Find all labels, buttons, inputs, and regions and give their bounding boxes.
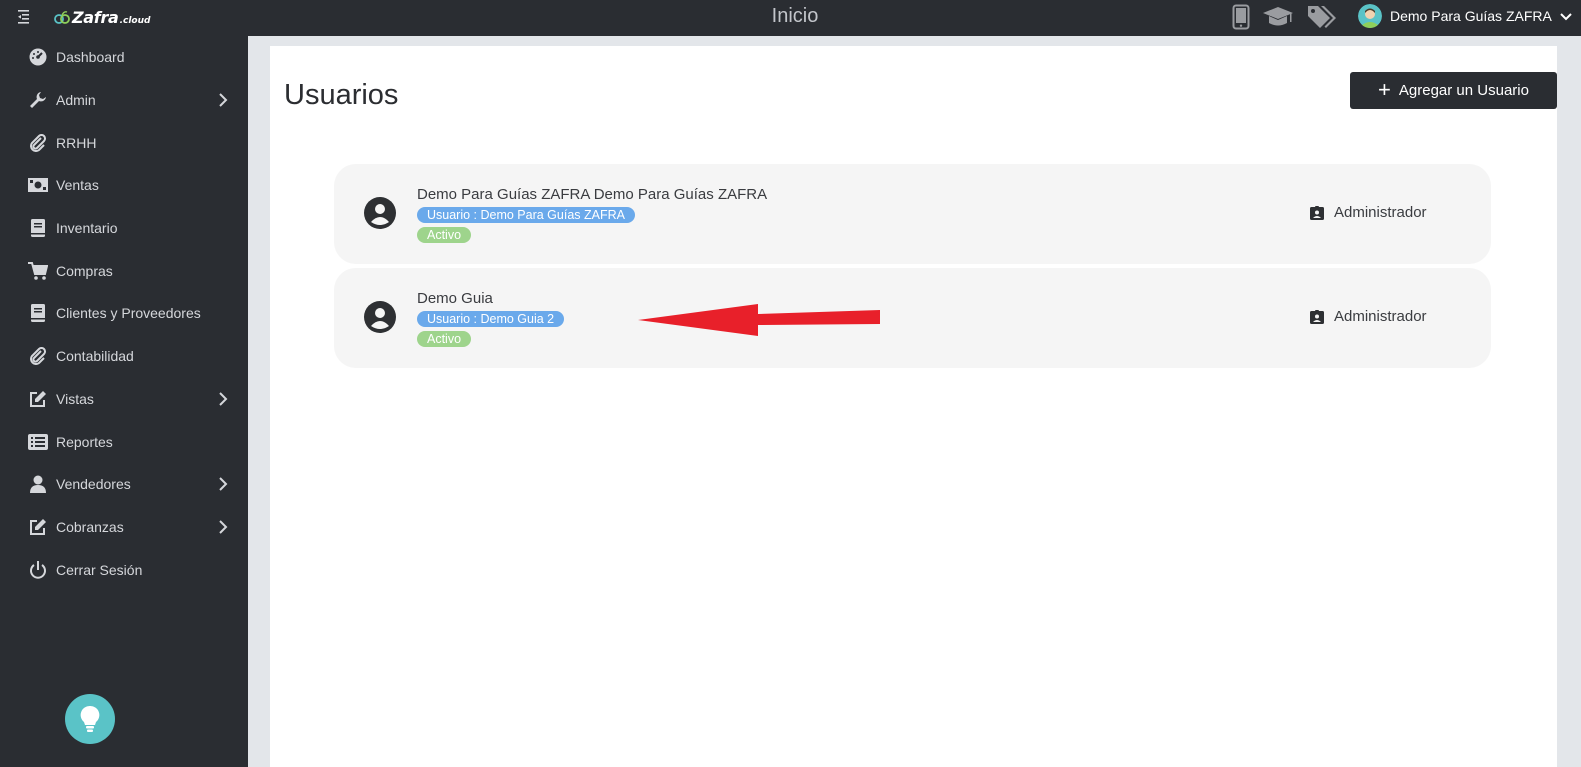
user-role: Administrador (1310, 204, 1427, 221)
sidebar-item-label: Vendedores (56, 476, 131, 493)
edit-icon (28, 389, 48, 409)
cart-icon (28, 261, 48, 281)
help-button[interactable] (65, 694, 115, 744)
sidebar-item-contabilidad[interactable]: Contabilidad (0, 335, 248, 378)
chevron-down-icon (1560, 13, 1572, 21)
role-label: Administrador (1334, 308, 1427, 325)
user-full-name: Demo Para Guías ZAFRA Demo Para Guías ZA… (417, 186, 768, 203)
sidebar-item-label: Cerrar Sesión (56, 561, 143, 578)
username-badge: Usuario : Demo Para Guías ZAFRA (417, 207, 635, 223)
add-user-button[interactable]: + Agregar un Usuario (1350, 72, 1557, 109)
sidebar-item-label: Admin (56, 92, 96, 109)
tags-icon[interactable] (1306, 4, 1338, 30)
sidebar-item-admin[interactable]: Admin (0, 79, 248, 122)
user-card[interactable]: Demo Para Guías ZAFRA Demo Para Guías ZA… (334, 164, 1491, 264)
role-label: Administrador (1334, 204, 1427, 221)
paperclip-icon (28, 133, 48, 153)
sidebar-item-reportes[interactable]: Reportes (0, 420, 248, 463)
page-header-title: Inicio (771, 5, 819, 27)
sidebar-item-compras[interactable]: Compras (0, 249, 248, 292)
power-icon (28, 560, 48, 580)
status-badge: Activo (417, 331, 472, 347)
top-bar: Zafra .cloud Inicio Demo Para Guías ZAFR… (0, 0, 1581, 36)
sidebar-item-clientes-proveedores[interactable]: Clientes y Proveedores (0, 292, 248, 335)
dashboard-icon (28, 47, 48, 67)
user-circle-icon (364, 301, 396, 333)
sidebar: Dashboard Admin RRHH Ventas Inventario C… (0, 36, 248, 767)
sidebar-item-label: RRHH (56, 134, 97, 151)
menu-toggle-icon[interactable] (18, 9, 36, 25)
annotation-arrow-icon (638, 304, 880, 336)
chevron-right-icon (219, 519, 228, 534)
sidebar-item-vendedores[interactable]: Vendedores (0, 463, 248, 506)
sidebar-item-label: Ventas (56, 177, 99, 194)
book-icon (28, 218, 48, 238)
lightbulb-icon (80, 705, 100, 732)
sidebar-item-label: Clientes y Proveedores (56, 305, 201, 322)
user-info: Demo Para Guías ZAFRA Demo Para Guías ZA… (417, 186, 767, 246)
user-circle-icon (364, 197, 396, 229)
sidebar-item-label: Compras (56, 262, 113, 279)
user-info: Demo Guia Usuario : Demo Guia 2 Activo (417, 290, 565, 350)
user-menu[interactable]: Demo Para Guías ZAFRA (1358, 4, 1572, 28)
top-icons (1232, 4, 1338, 30)
avatar (1358, 4, 1382, 28)
sidebar-item-cobranzas[interactable]: Cobranzas (0, 506, 248, 549)
sidebar-item-cerrar-sesion[interactable]: Cerrar Sesión (0, 548, 248, 591)
logo-mark-icon (54, 10, 70, 24)
user-card[interactable]: Demo Guia Usuario : Demo Guia 2 Activo A… (334, 268, 1491, 368)
mobile-icon[interactable] (1232, 4, 1250, 30)
sidebar-item-label: Inventario (56, 220, 118, 237)
username-badge: Usuario : Demo Guia 2 (417, 311, 565, 327)
id-badge-icon (1310, 205, 1324, 220)
id-badge-icon (1310, 309, 1324, 324)
chevron-right-icon (219, 477, 228, 491)
page-title: Usuarios (284, 79, 399, 111)
sidebar-item-label: Contabilidad (56, 348, 134, 365)
edit-icon (28, 517, 48, 537)
status-badge: Activo (417, 227, 472, 243)
main-panel: Usuarios + Agregar un Usuario Demo Para … (270, 46, 1557, 767)
user-role: Administrador (1310, 308, 1427, 325)
money-icon (28, 175, 48, 195)
plus-icon: + (1378, 76, 1391, 102)
sidebar-item-label: Cobranzas (56, 518, 124, 535)
wrench-icon (28, 90, 48, 110)
list-icon (28, 432, 48, 452)
sidebar-item-vistas[interactable]: Vistas (0, 378, 248, 421)
user-name: Demo Para Guías ZAFRA (1390, 8, 1552, 24)
paperclip-icon (28, 346, 48, 366)
sidebar-item-label: Reportes (56, 433, 113, 450)
chevron-right-icon (219, 92, 228, 107)
sidebar-item-rrhh[interactable]: RRHH (0, 121, 248, 164)
add-user-button-label: Agregar un Usuario (1398, 82, 1529, 99)
sidebar-item-label: Dashboard (56, 49, 125, 66)
user-icon (28, 474, 48, 494)
sidebar-item-dashboard[interactable]: Dashboard (0, 36, 248, 79)
graduation-cap-icon[interactable] (1262, 5, 1294, 29)
sidebar-item-inventario[interactable]: Inventario (0, 207, 248, 250)
user-full-name: Demo Guia (417, 290, 493, 307)
sidebar-item-label: Vistas (56, 390, 94, 407)
chevron-right-icon (219, 391, 228, 406)
logo-name: Zafra (72, 8, 119, 27)
logo-tld: .cloud (119, 16, 151, 26)
logo[interactable]: Zafra .cloud (54, 8, 150, 27)
sidebar-item-ventas[interactable]: Ventas (0, 164, 248, 207)
book-icon (28, 303, 48, 323)
user-list: Demo Para Guías ZAFRA Demo Para Guías ZA… (334, 164, 1491, 372)
